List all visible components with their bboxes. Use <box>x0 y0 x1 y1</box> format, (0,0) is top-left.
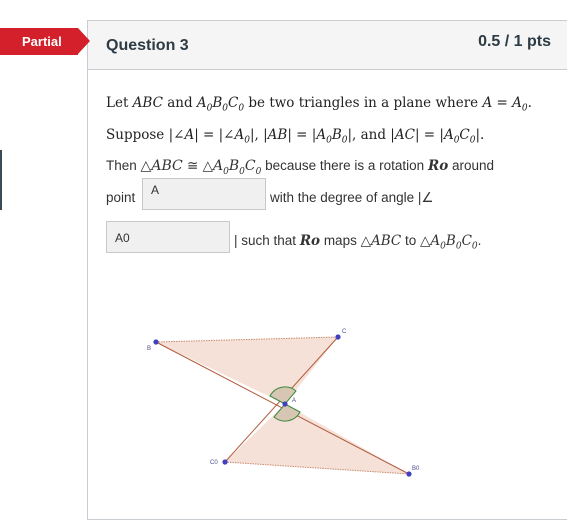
triangle-abc-fill <box>156 337 338 404</box>
point-b <box>153 339 159 345</box>
point-c <box>335 334 341 340</box>
triangle-figure: B C A C0 B0 <box>147 329 420 477</box>
label-b0: B0 <box>412 466 420 472</box>
point-b0 <box>406 471 412 477</box>
label-c0: C0 <box>210 460 218 466</box>
partial-score-badge: Partial <box>0 28 90 55</box>
label-c: C <box>342 329 347 335</box>
label-b: B <box>147 346 151 352</box>
label-a: A <box>292 398 296 404</box>
point-a <box>282 401 288 407</box>
point-c0 <box>222 459 228 465</box>
badge-label: Partial <box>22 34 62 49</box>
